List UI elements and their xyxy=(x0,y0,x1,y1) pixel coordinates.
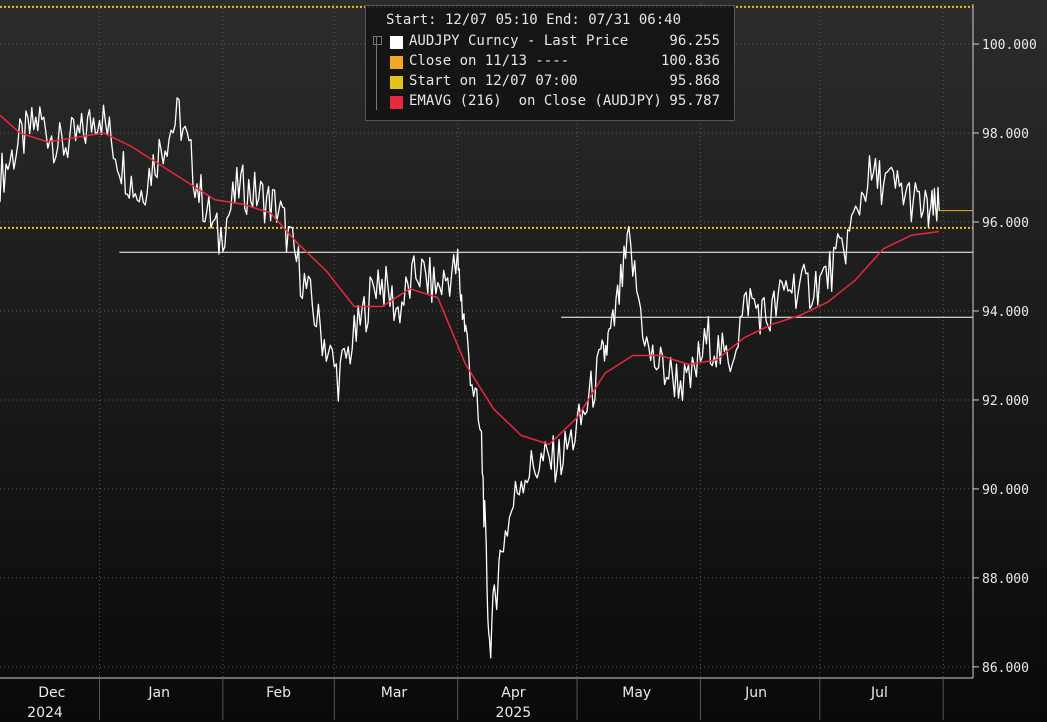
swatch-icon xyxy=(390,56,403,69)
x-year-label: 2024 xyxy=(27,705,63,721)
legend-header: Start: 12/07 05:10 End: 07/31 06:40 xyxy=(386,12,682,28)
legend-item-label: Close on 11/13 ---- xyxy=(409,53,570,69)
legend-item-value: 96.255 xyxy=(669,33,720,49)
swatch-icon xyxy=(390,36,403,49)
legend-panel[interactable]: Start: 12/07 05:10 End: 07/31 06:40 AUDJ… xyxy=(365,5,735,121)
swatch-icon xyxy=(390,96,403,109)
y-tick-label: 90.000 xyxy=(982,483,1029,498)
swatch-icon xyxy=(390,76,403,89)
legend-item-emavg[interactable]: EMAVG (216) on Close (AUDJPY) 95.787 xyxy=(366,93,736,113)
x-tick-label: Jan xyxy=(147,685,170,701)
x-tick-label: Apr xyxy=(501,685,525,701)
legend-item-close[interactable]: Close on 11/13 ---- 100.836 xyxy=(366,53,736,73)
chart-window: 86.000 88.000 90.000 92.000 94.000 96.000 98.0… xyxy=(0,0,1047,722)
legend-item-label: AUDJPY Curncy - Last Price xyxy=(409,33,629,49)
legend-item-value: 100.836 xyxy=(660,53,720,69)
y-tick-label: 100.000 xyxy=(982,38,1037,53)
legend-item-label: EMAVG (216) on Close (AUDJPY) xyxy=(409,93,662,109)
series-line-emavg xyxy=(0,114,940,446)
legend-item-value: 95.787 xyxy=(669,93,720,109)
y-tick-label: 86.000 xyxy=(982,661,1029,676)
series-lines xyxy=(0,97,940,659)
series-line-last-price xyxy=(0,97,940,659)
y-tick-label: 94.000 xyxy=(982,305,1029,320)
y-tick-label: 88.000 xyxy=(982,572,1029,587)
legend-item-label: Start on 12/07 07:00 xyxy=(409,73,578,89)
legend-item-value: 95.868 xyxy=(669,73,720,89)
y-tick-label: 92.000 xyxy=(982,394,1029,409)
x-tick-label: Mar xyxy=(381,685,408,701)
x-tick-label: Jun xyxy=(744,685,767,701)
x-year-label: 2025 xyxy=(496,705,532,721)
y-tick-label: 98.000 xyxy=(982,127,1029,142)
y-tick-label: 96.000 xyxy=(982,216,1029,231)
legend-item-last-price[interactable]: AUDJPY Curncy - Last Price 96.255 xyxy=(366,33,736,53)
x-tick-label: Dec xyxy=(38,685,65,701)
x-tick-label: Feb xyxy=(266,685,291,701)
legend-item-start[interactable]: Start on 12/07 07:00 95.868 xyxy=(366,73,736,93)
x-tick-label: May xyxy=(622,685,651,701)
x-tick-label: Jul xyxy=(870,685,888,701)
